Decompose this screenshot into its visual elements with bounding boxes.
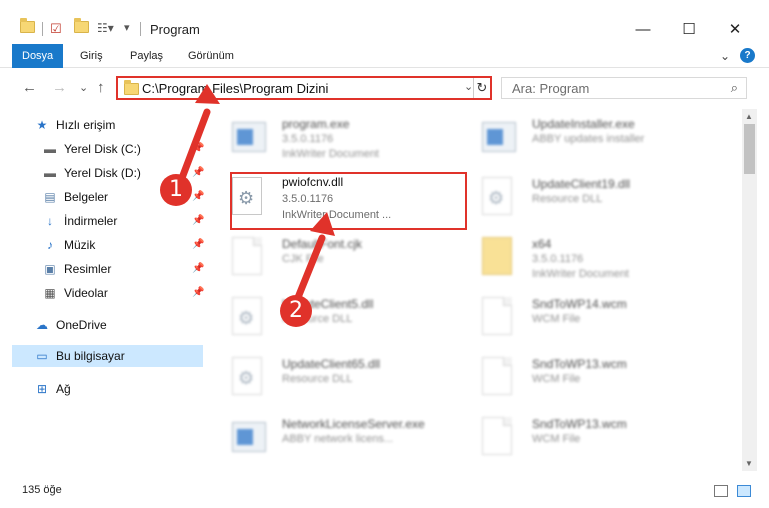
arrow-1-head bbox=[195, 84, 220, 104]
arrow-2 bbox=[293, 234, 326, 304]
annotation-arrows bbox=[178, 84, 335, 304]
step-marker-2: 2 bbox=[280, 295, 312, 327]
arrow-2-head bbox=[310, 212, 335, 236]
step-marker-1: 1 bbox=[160, 174, 192, 206]
arrow-1 bbox=[178, 108, 211, 182]
